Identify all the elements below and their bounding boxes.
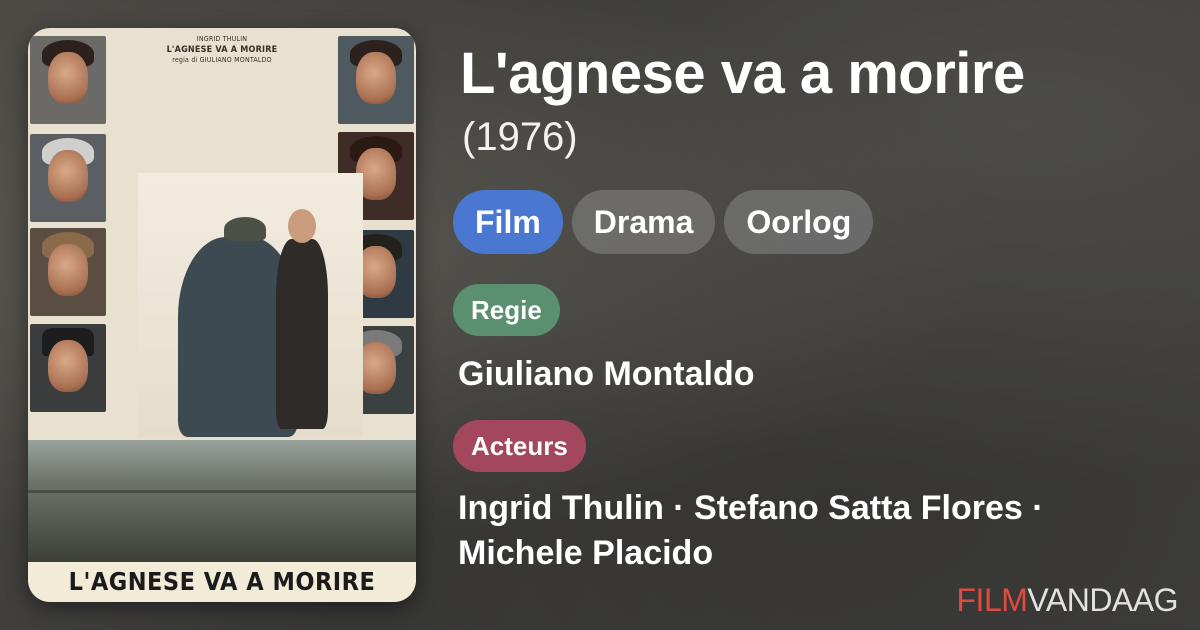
movie-poster[interactable]: INGRID THULIN L'AGNESE VA A MORIRE regia… [28,28,416,602]
genre-tags: Film Drama Oorlog [453,190,874,254]
genre-tag-drama[interactable]: Drama [571,190,716,254]
genre-tag-oorlog[interactable]: Oorlog [724,190,874,254]
poster-scene [138,173,363,438]
poster-actor-photo [30,324,106,412]
poster-credit-line: regia di GIULIANO MONTALDO [172,56,272,64]
movie-title: L'agnese va a morire [460,41,1025,106]
movie-year: (1976) [462,115,578,159]
poster-actor-photo [30,36,106,124]
genre-tag-film[interactable]: Film [453,190,563,254]
logo-part-vandaag: VANDAAG [1027,582,1178,618]
filmvandaag-logo[interactable]: FILMVANDAAG [957,580,1179,620]
director-name[interactable]: Giuliano Montaldo [458,352,755,396]
poster-title: L'AGNESE VA A MORIRE [28,562,416,602]
acteurs-label: Acteurs [453,420,586,472]
poster-credit-line: INGRID THULIN [196,35,248,43]
poster-credits: INGRID THULIN L'AGNESE VA A MORIRE regia… [138,34,306,174]
poster-battle-scene [28,440,416,562]
poster-actor-photo [30,228,106,316]
actors-list[interactable]: Ingrid Thulin · Stefano Satta Flores · M… [458,486,1158,576]
poster-actor-photo [338,36,414,124]
poster-actor-photo [30,134,106,222]
poster-credit-line: L'AGNESE VA A MORIRE [166,44,278,55]
logo-part-film: FILM [956,582,1028,618]
regie-label: Regie [453,284,560,336]
